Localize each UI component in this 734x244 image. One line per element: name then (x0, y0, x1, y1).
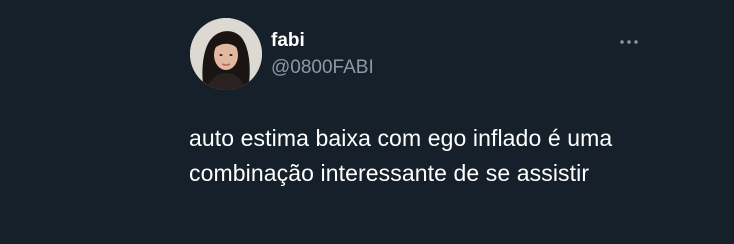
avatar[interactable] (190, 18, 262, 90)
author-handle[interactable]: @0800FABI (271, 56, 374, 80)
tweet-card: fabi @0800FABI auto estima baixa com ego… (0, 0, 734, 244)
author-display-name[interactable]: fabi (271, 29, 305, 53)
tweet-text: auto estima baixa com ego inflado é uma … (189, 125, 613, 186)
more-horizontal-icon[interactable] (617, 34, 641, 50)
avatar-image (190, 18, 262, 90)
